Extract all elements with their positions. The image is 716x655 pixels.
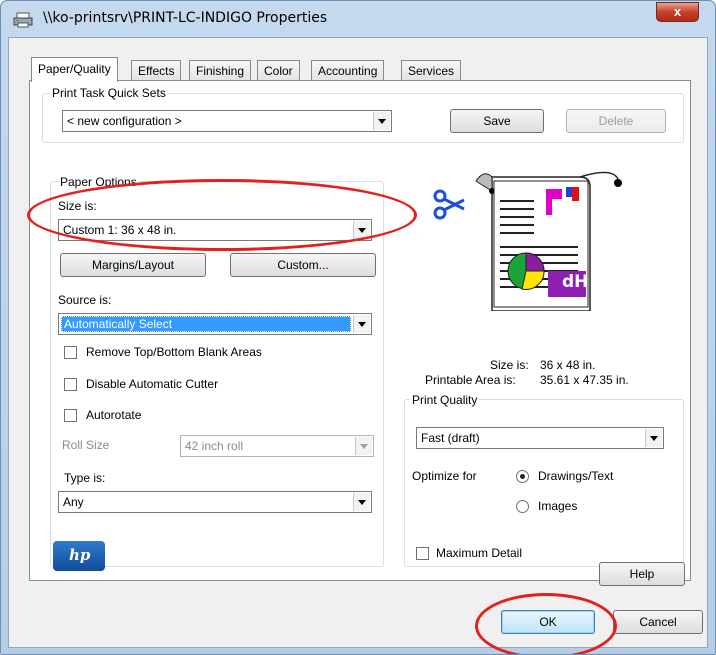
- tab-services[interactable]: Services: [401, 60, 462, 81]
- size-label: Size is:: [58, 199, 97, 213]
- preview-size-label: Size is:: [490, 358, 529, 372]
- printable-area-label: Printable Area is:: [425, 373, 516, 387]
- delete-button[interactable]: Delete: [566, 109, 666, 133]
- print-quality-legend: Print Quality: [410, 393, 480, 407]
- printable-area-value: 35.61 x 47.35 in.: [540, 373, 629, 387]
- autorotate-checkbox[interactable]: [64, 409, 77, 422]
- images-label[interactable]: Images: [538, 499, 577, 513]
- print-quality-value: Fast (draft): [421, 431, 480, 445]
- quick-sets-value: < new configuration >: [67, 114, 182, 128]
- source-label: Source is:: [58, 293, 112, 307]
- quick-sets-legend: Print Task Quick Sets: [50, 86, 168, 100]
- quick-sets-dropdown[interactable]: < new configuration >: [62, 110, 392, 132]
- pie-chart-icon: [507, 252, 545, 290]
- chevron-down-icon[interactable]: [645, 429, 662, 447]
- chevron-down-icon: [355, 437, 372, 455]
- disable-cutter-checkbox[interactable]: [64, 378, 77, 391]
- type-label: Type is:: [64, 471, 106, 485]
- custom-size-button[interactable]: Custom...: [230, 253, 376, 277]
- tab-finishing[interactable]: Finishing: [189, 60, 252, 81]
- title-bar[interactable]: \\ko-printsrv\PRINT-LC-INDIGO Properties…: [1, 1, 715, 37]
- dialog-client-area: Paper/Quality Effects Finishing Color Ac…: [8, 37, 708, 648]
- chevron-down-icon[interactable]: [353, 493, 370, 511]
- hp-logo-text: hp: [69, 546, 91, 564]
- close-button[interactable]: x: [656, 2, 699, 22]
- tab-effects[interactable]: Effects: [131, 60, 182, 81]
- window-title: \\ko-printsrv\PRINT-LC-INDIGO Properties: [43, 10, 328, 26]
- printer-icon: [13, 12, 33, 28]
- chevron-down-icon[interactable]: [373, 112, 390, 130]
- type-value: Any: [63, 495, 84, 509]
- print-quality-group: [404, 399, 684, 567]
- preview-size-value: 36 x 48 in.: [540, 358, 596, 372]
- tab-color[interactable]: Color: [257, 60, 300, 81]
- help-button[interactable]: Help: [599, 562, 685, 586]
- images-radio[interactable]: [516, 500, 529, 513]
- chevron-down-icon[interactable]: [353, 315, 370, 333]
- source-dropdown[interactable]: Automatically Select: [58, 313, 372, 335]
- optimize-for-label: Optimize for: [412, 469, 477, 483]
- source-value: Automatically Select: [61, 316, 351, 332]
- page-preview-image: [433, 171, 622, 311]
- paper-options-legend: Paper Options: [58, 175, 139, 189]
- remove-blank-checkbox[interactable]: [64, 346, 77, 359]
- size-dropdown[interactable]: Custom 1: 36 x 48 in.: [58, 219, 372, 241]
- print-quality-dropdown[interactable]: Fast (draft): [416, 427, 664, 449]
- remove-blank-label[interactable]: Remove Top/Bottom Blank Areas: [86, 345, 262, 359]
- roll-size-label: Roll Size: [62, 438, 110, 452]
- type-dropdown[interactable]: Any: [58, 491, 372, 513]
- roll-size-dropdown: 42 inch roll: [180, 435, 374, 457]
- drawings-text-radio[interactable]: [516, 470, 529, 483]
- ok-button[interactable]: OK: [501, 610, 595, 634]
- close-icon: x: [673, 4, 682, 19]
- tab-accounting[interactable]: Accounting: [311, 60, 385, 81]
- margins-layout-button[interactable]: Margins/Layout: [60, 253, 206, 277]
- paper-quality-panel: Print Task Quick Sets < new configuratio…: [29, 80, 691, 581]
- chevron-down-icon[interactable]: [353, 221, 370, 239]
- hp-logo: hp: [53, 541, 105, 571]
- disable-cutter-label[interactable]: Disable Automatic Cutter: [86, 377, 218, 391]
- cancel-button[interactable]: Cancel: [613, 610, 703, 634]
- preview-logo-text: dH: [562, 272, 589, 292]
- size-value: Custom 1: 36 x 48 in.: [63, 223, 177, 237]
- tab-paper-quality[interactable]: Paper/Quality: [31, 57, 118, 82]
- maximum-detail-checkbox[interactable]: [416, 547, 429, 560]
- properties-window: \\ko-printsrv\PRINT-LC-INDIGO Properties…: [0, 0, 716, 655]
- maximum-detail-label[interactable]: Maximum Detail: [436, 546, 522, 560]
- drawings-text-label[interactable]: Drawings/Text: [538, 469, 613, 483]
- autorotate-label[interactable]: Autorotate: [86, 408, 141, 422]
- save-button[interactable]: Save: [450, 109, 544, 133]
- scissors-icon: [433, 189, 465, 220]
- roll-size-value: 42 inch roll: [185, 439, 244, 453]
